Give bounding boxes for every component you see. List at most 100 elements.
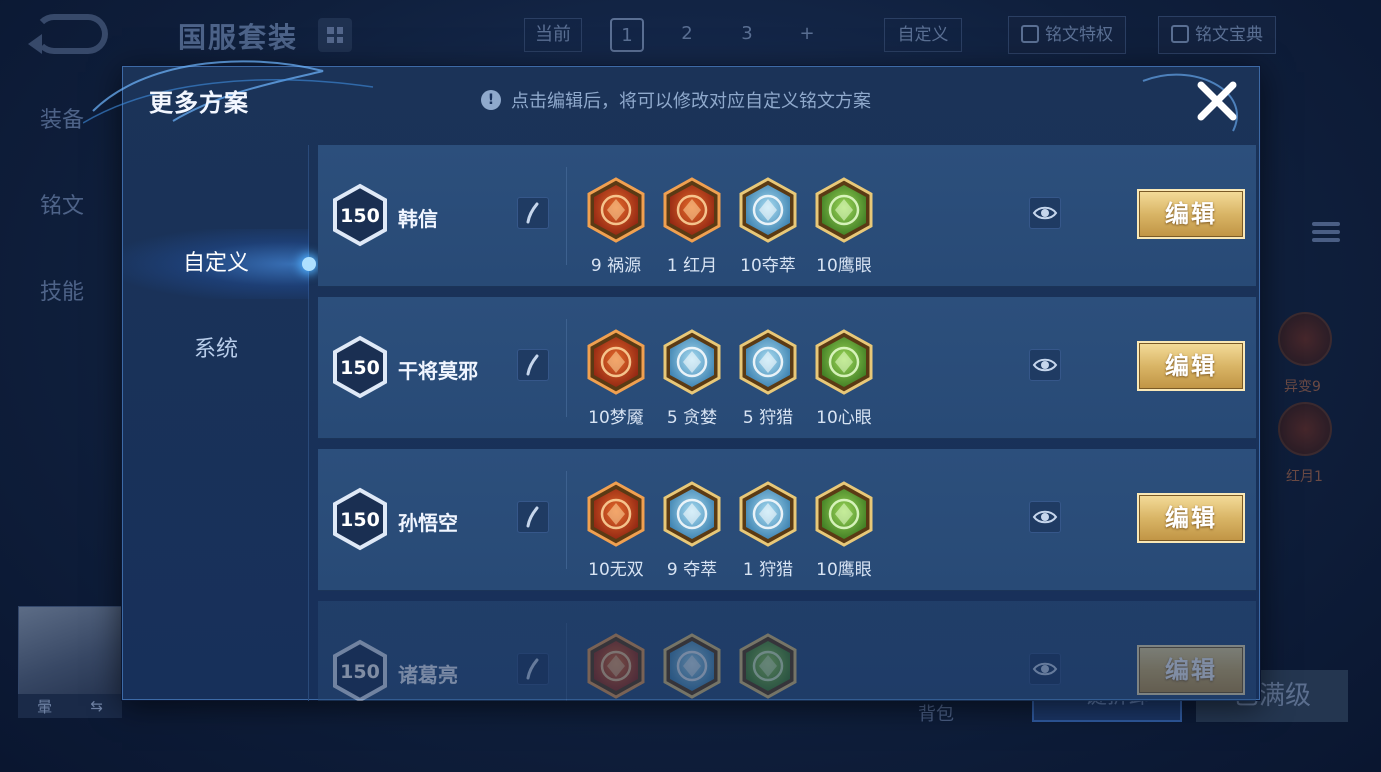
edit-button[interactable]: 编辑 xyxy=(1137,645,1245,695)
rune-red-icon xyxy=(578,329,654,395)
preview-button[interactable] xyxy=(1029,349,1061,381)
backpack-label[interactable]: 背包 xyxy=(918,700,954,726)
edit-button[interactable]: 编辑 xyxy=(1137,493,1245,543)
rune-slot[interactable]: 5 狩猎 xyxy=(730,329,806,428)
list-icon[interactable] xyxy=(1312,222,1340,252)
rune-slot[interactable]: 10鹰眼 xyxy=(806,177,882,276)
level-value: 150 xyxy=(340,661,380,683)
level-value: 150 xyxy=(340,357,380,379)
row-divider xyxy=(566,623,567,701)
rune-privilege-button[interactable]: 铭文特权 xyxy=(1008,16,1126,54)
rune-green-icon xyxy=(730,633,806,699)
pencil-icon xyxy=(526,202,539,224)
preview-button[interactable] xyxy=(1029,501,1061,533)
plan-row: 150 干将莫邪 10梦魇 5 贪婪 5 狩猎 10心眼 编辑 xyxy=(318,297,1256,439)
slot-2-button[interactable]: 2 xyxy=(670,18,704,52)
rune-slot[interactable]: 9 祸源 xyxy=(578,177,654,276)
rune-slot[interactable]: 1 狩猎 xyxy=(730,481,806,580)
rename-button[interactable] xyxy=(517,653,549,685)
rune-label: 9 祸源 xyxy=(590,256,642,276)
rename-button[interactable] xyxy=(517,349,549,381)
preview-button[interactable] xyxy=(1029,197,1061,229)
level-value: 150 xyxy=(340,509,380,531)
rune-label: 9 夺萃 xyxy=(666,560,718,580)
book-icon xyxy=(1171,25,1189,43)
hero-name: 干将莫邪 xyxy=(398,359,478,383)
side-rune-label: 红月1 xyxy=(1286,469,1323,485)
rune-blue-icon xyxy=(654,481,730,547)
tab-system[interactable]: 系统 xyxy=(123,315,309,385)
side-rune-icon xyxy=(1278,402,1332,456)
rune-green-icon xyxy=(806,329,882,395)
level-value: 150 xyxy=(340,205,380,227)
rune-slot[interactable]: 10心眼 xyxy=(806,329,882,428)
info-icon: ! xyxy=(481,90,501,110)
pencil-icon xyxy=(526,658,539,680)
background-title: 国服套装 xyxy=(178,21,299,54)
rune-red-icon xyxy=(654,177,730,243)
rune-label: 10鹰眼 xyxy=(816,256,872,276)
rune-slot[interactable]: 9 夺萃 xyxy=(654,481,730,580)
rune-group: 10无双 9 夺萃 1 狩猎 10鹰眼 xyxy=(578,481,882,580)
rename-button[interactable] xyxy=(517,501,549,533)
rune-red-icon xyxy=(578,177,654,243)
rune-slot[interactable] xyxy=(654,633,730,701)
close-icon[interactable] xyxy=(1195,79,1239,123)
rune-group xyxy=(578,633,806,701)
rune-label: 1 狩猎 xyxy=(742,560,794,580)
edit-button[interactable]: 编辑 xyxy=(1137,189,1245,239)
eye-icon xyxy=(1032,510,1058,524)
side-nav-runes[interactable]: 铭文 xyxy=(40,188,84,220)
slot-1-button[interactable]: 1 xyxy=(610,18,644,52)
current-label: 当前 xyxy=(524,18,582,52)
modal-title: 更多方案 xyxy=(149,89,249,117)
rune-slot[interactable]: 10夺萃 xyxy=(730,177,806,276)
hint-text: 点击编辑后，将可以修改对应自定义铭文方案 xyxy=(511,91,871,112)
rune-slot[interactable]: 10梦魇 xyxy=(578,329,654,428)
pencil-icon xyxy=(526,354,539,376)
hero-name: 诸葛亮 xyxy=(398,663,458,687)
rune-group: 9 祸源 1 红月 10夺萃 10鹰眼 xyxy=(578,177,882,276)
slot-3-button[interactable]: 3 xyxy=(730,18,764,52)
rune-label: 10梦魇 xyxy=(588,408,644,428)
side-nav-equipment[interactable]: 装备 xyxy=(40,102,84,134)
plan-row: 150 诸葛亮 编辑 xyxy=(318,601,1256,701)
rune-blue-icon xyxy=(730,177,806,243)
modal-header: 更多方案 ! 点击编辑后，将可以修改对应自定义铭文方案 xyxy=(123,67,1259,139)
custom-tab[interactable]: 自定义 xyxy=(884,18,962,52)
rune-blue-icon xyxy=(730,329,806,395)
rename-button[interactable] xyxy=(517,197,549,229)
eye-icon xyxy=(1032,662,1058,676)
hint-text-row: ! 点击编辑后，将可以修改对应自定义铭文方案 xyxy=(481,87,871,113)
rune-label: 1 红月 xyxy=(666,256,718,276)
level-badge-icon: 150 xyxy=(333,335,387,399)
preview-button[interactable] xyxy=(1029,653,1061,685)
active-dot-icon xyxy=(302,257,316,271)
rune-slot[interactable]: 5 贪婪 xyxy=(654,329,730,428)
grid-icon[interactable] xyxy=(318,18,352,52)
rune-label: 5 贪婪 xyxy=(666,408,718,428)
side-nav-skills[interactable]: 技能 xyxy=(40,274,84,306)
rune-label: 10夺萃 xyxy=(740,256,796,276)
rune-label: 10心眼 xyxy=(816,408,872,428)
swap-icon[interactable]: ⇆ xyxy=(90,697,103,715)
tab-custom-label: 自定义 xyxy=(182,251,249,276)
hero-name: 韩信 xyxy=(398,207,438,231)
row-divider xyxy=(566,319,567,417)
row-divider xyxy=(566,471,567,569)
back-arrow-icon[interactable] xyxy=(28,14,108,54)
plan-list[interactable]: 150 韩信 9 祸源 1 红月 10夺萃 10鹰眼 编辑 150 干将莫邪 1… xyxy=(318,145,1256,701)
rune-green-icon xyxy=(806,177,882,243)
rune-slot[interactable]: 10无双 xyxy=(578,481,654,580)
rune-slot[interactable] xyxy=(578,633,654,701)
tab-custom[interactable]: 自定义 xyxy=(123,229,316,299)
rune-treasure-button[interactable]: 铭文宝典 xyxy=(1158,16,1276,54)
edit-button[interactable]: 编辑 xyxy=(1137,341,1245,391)
rune-slot[interactable]: 1 红月 xyxy=(654,177,730,276)
side-rune-label: 异变9 xyxy=(1284,379,1321,395)
rune-slot[interactable]: 10鹰眼 xyxy=(806,481,882,580)
rune-blue-icon xyxy=(654,329,730,395)
add-slot-button[interactable]: + xyxy=(790,18,824,52)
rune-group: 10梦魇 5 贪婪 5 狩猎 10心眼 xyxy=(578,329,882,428)
rune-slot[interactable] xyxy=(730,633,806,701)
